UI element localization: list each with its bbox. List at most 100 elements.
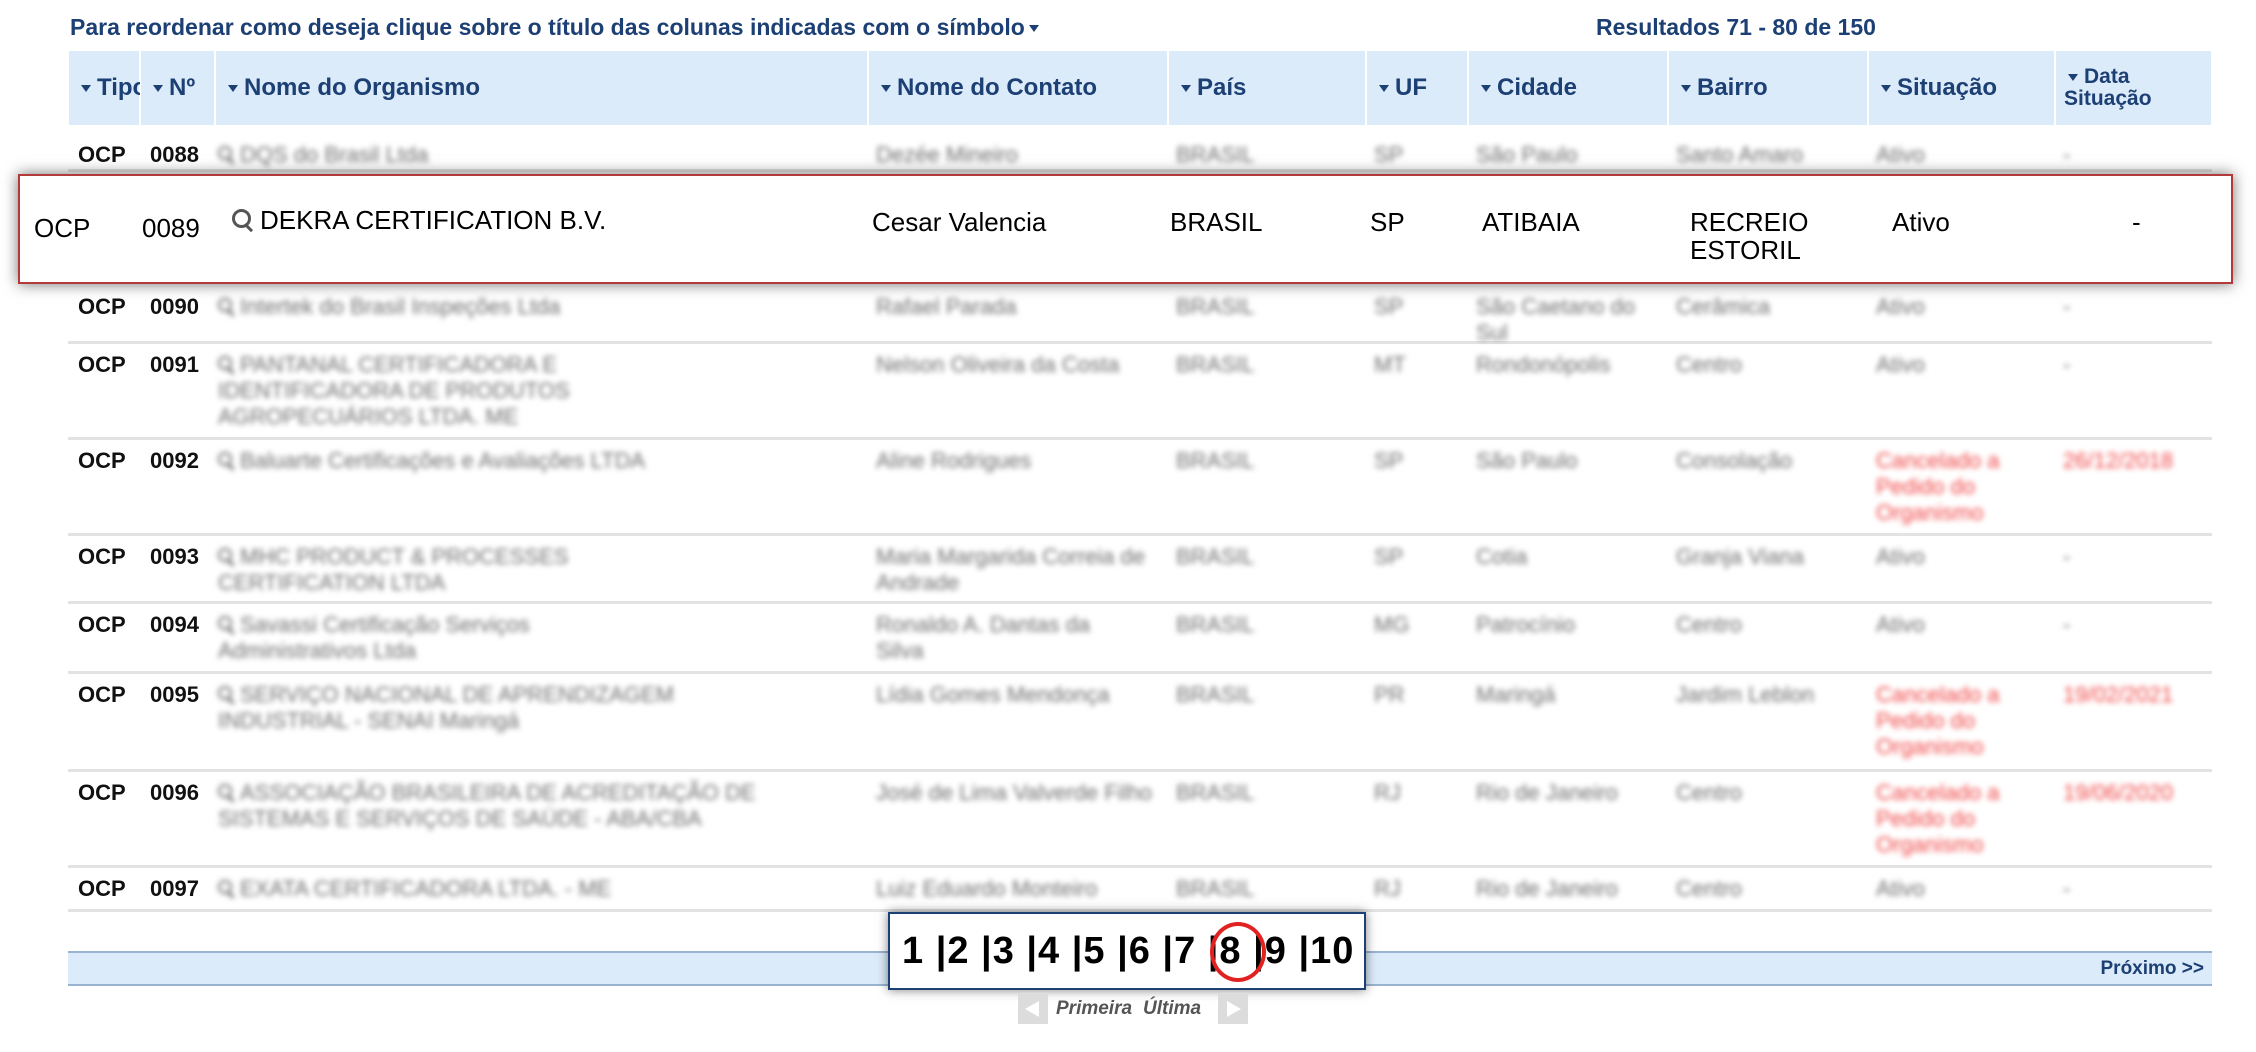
- cell-numero: 0092: [150, 448, 199, 473]
- cell-uf: SP: [1374, 142, 1404, 167]
- cell-bairro: Consolação: [1676, 448, 1793, 473]
- cell-contato: Lídia Gomes Mendonça: [876, 682, 1110, 707]
- first-arrow-icon[interactable]: [1018, 994, 1048, 1024]
- table-row[interactable]: OCP 0088 DQS do Brasil Ltda Dezée Mineir…: [68, 134, 2212, 172]
- cell-tipo: OCP: [78, 448, 126, 473]
- magnifier-icon[interactable]: [218, 298, 236, 316]
- cell-pais: BRASIL: [1176, 544, 1255, 569]
- table-row[interactable]: OCP 0097 EXATA CERTIFICADORA LTDA. - ME …: [68, 868, 2212, 912]
- cell-data: -: [2063, 294, 2071, 319]
- cell-organismo[interactable]: DQS do Brasil Ltda: [218, 142, 858, 168]
- sort-arrow-icon: [1181, 84, 1191, 92]
- highlight-contato: Cesar Valencia: [872, 207, 1047, 237]
- table-row[interactable]: OCP 0095 SERVIÇO NACIONAL DE APRENDIZAGE…: [68, 674, 2212, 772]
- magnifier-icon[interactable]: [218, 146, 236, 164]
- magnifier-icon[interactable]: [218, 616, 236, 634]
- selected-page-circle: [1210, 922, 1266, 982]
- column-header-uf[interactable]: UF: [1366, 50, 1468, 126]
- highlight-cidade: ATIBAIA: [1482, 207, 1580, 237]
- page-10[interactable]: 10: [1310, 930, 1354, 972]
- column-header-cidade[interactable]: Cidade: [1468, 50, 1668, 126]
- cell-situacao: Ativo: [1876, 612, 1925, 637]
- page-9[interactable]: 9: [1265, 930, 1287, 972]
- cell-organismo[interactable]: ASSOCIAÇÃO BRASILEIRA DE ACREDITAÇÃO DE …: [218, 780, 818, 832]
- magnifier-icon[interactable]: [218, 548, 236, 566]
- cell-data: -: [2063, 612, 2071, 637]
- page-6[interactable]: 6: [1129, 930, 1151, 972]
- highlight-organismo[interactable]: DEKRA CERTIFICATION B.V.: [232, 206, 606, 234]
- first-link[interactable]: Primeira: [1056, 998, 1132, 1020]
- cell-situacao: Cancelado a Pedido do Organismo: [1876, 448, 2000, 525]
- magnifier-icon[interactable]: [218, 880, 236, 898]
- cell-numero: 0088: [150, 142, 199, 167]
- highlighted-row[interactable]: OCP 0089 DEKRA CERTIFICATION B.V. Cesar …: [18, 174, 2233, 284]
- highlight-numero: 0089: [142, 213, 200, 243]
- cell-cidade: Rio de Janeiro: [1476, 780, 1618, 805]
- table-header: Tipo Nº Nome do Organismo Nome do Contat…: [68, 50, 2212, 126]
- page-2[interactable]: 2: [947, 930, 969, 972]
- page-7[interactable]: 7: [1174, 930, 1196, 972]
- table-row[interactable]: OCP 0092 Baluarte Certificações e Avalia…: [68, 440, 2212, 536]
- magnifier-icon[interactable]: [218, 356, 236, 374]
- cell-data: -: [2063, 142, 2071, 167]
- column-header-data-situacao[interactable]: Data Situação: [2055, 50, 2212, 126]
- cell-organismo[interactable]: Intertek do Brasil Inspeções Ltda: [218, 294, 858, 320]
- cell-organismo[interactable]: PANTANAL CERTIFICADORA E IDENTIFICADORA …: [218, 352, 638, 430]
- magnifier-icon[interactable]: [232, 209, 254, 231]
- cell-bairro: Santo Amaro: [1676, 142, 1804, 167]
- page-1[interactable]: 1: [902, 930, 924, 972]
- cell-uf: SP: [1374, 448, 1404, 473]
- table-row[interactable]: OCP 0093 MHC PRODUCT & PROCESSES CERTIFI…: [68, 536, 2212, 604]
- last-arrow-icon[interactable]: [1218, 994, 1248, 1024]
- cell-organismo[interactable]: SERVIÇO NACIONAL DE APRENDIZAGEM INDUSTR…: [218, 682, 778, 734]
- page-list: 1 |2 |3 |4 |5 |6 |7 |8 |9 |10: [902, 930, 1355, 972]
- cell-uf: MT: [1374, 352, 1406, 377]
- last-link[interactable]: Última: [1143, 998, 1201, 1020]
- cell-contato: Dezée Mineiro: [876, 142, 1018, 167]
- column-header-tipo[interactable]: Tipo: [68, 50, 147, 126]
- page-5[interactable]: 5: [1083, 930, 1105, 972]
- cell-organismo[interactable]: Savassi Certificação Serviços Administra…: [218, 612, 678, 664]
- page-3[interactable]: 3: [993, 930, 1015, 972]
- cell-bairro: Centro: [1676, 876, 1743, 901]
- column-header-bairro[interactable]: Bairro: [1668, 50, 1868, 126]
- cell-contato: Rafael Parada: [876, 294, 1017, 319]
- magnifier-icon[interactable]: [218, 452, 236, 470]
- column-header-numero[interactable]: Nº: [140, 50, 215, 126]
- sort-arrow-icon: [81, 84, 91, 92]
- column-header-organismo[interactable]: Nome do Organismo: [215, 50, 868, 126]
- cell-numero: 0090: [150, 294, 199, 319]
- column-header-situacao[interactable]: Situação: [1868, 50, 2055, 126]
- cell-cidade: Rondonópolis: [1476, 352, 1611, 377]
- cell-situacao: Ativo: [1876, 876, 1925, 901]
- cell-organismo[interactable]: EXATA CERTIFICADORA LTDA. - ME: [218, 876, 858, 902]
- cell-contato: Luiz Eduardo Monteiro: [876, 876, 1098, 901]
- cell-organismo[interactable]: Baluarte Certificações e Avaliações LTDA: [218, 448, 858, 474]
- column-header-pais[interactable]: País: [1168, 50, 1366, 126]
- cell-cidade: Patrocínio: [1476, 612, 1576, 637]
- highlight-tipo: OCP: [34, 213, 91, 243]
- column-header-contato[interactable]: Nome do Contato: [868, 50, 1168, 126]
- next-link[interactable]: Próximo >>: [2101, 958, 2205, 980]
- magnifier-icon[interactable]: [218, 784, 236, 802]
- highlight-pais: BRASIL: [1170, 207, 1263, 237]
- page-4[interactable]: 4: [1038, 930, 1060, 972]
- cell-bairro: Centro: [1676, 612, 1743, 637]
- cell-data: -: [2063, 876, 2071, 901]
- cell-tipo: OCP: [78, 544, 126, 569]
- table-row[interactable]: OCP 0094 Savassi Certificação Serviços A…: [68, 604, 2212, 674]
- cell-organismo[interactable]: MHC PRODUCT & PROCESSES CERTIFICATION LT…: [218, 544, 638, 596]
- highlight-data: -: [2132, 207, 2141, 237]
- highlight-situacao: Ativo: [1892, 207, 1950, 237]
- table-row[interactable]: OCP 0091 PANTANAL CERTIFICADORA E IDENTI…: [68, 344, 2212, 440]
- table-row[interactable]: OCP 0090 Intertek do Brasil Inspeções Lt…: [68, 286, 2212, 345]
- magnifier-icon[interactable]: [218, 686, 236, 704]
- cell-uf: SP: [1374, 544, 1404, 569]
- cell-bairro: Centro: [1676, 352, 1743, 377]
- cell-bairro: Jardim Leblon: [1676, 682, 1815, 707]
- sort-arrow-icon: [1379, 84, 1389, 92]
- cell-pais: BRASIL: [1176, 780, 1255, 805]
- sort-arrow-icon: [228, 84, 238, 92]
- table-row[interactable]: OCP 0096 ASSOCIAÇÃO BRASILEIRA DE ACREDI…: [68, 772, 2212, 868]
- cell-situacao: Ativo: [1876, 142, 1925, 167]
